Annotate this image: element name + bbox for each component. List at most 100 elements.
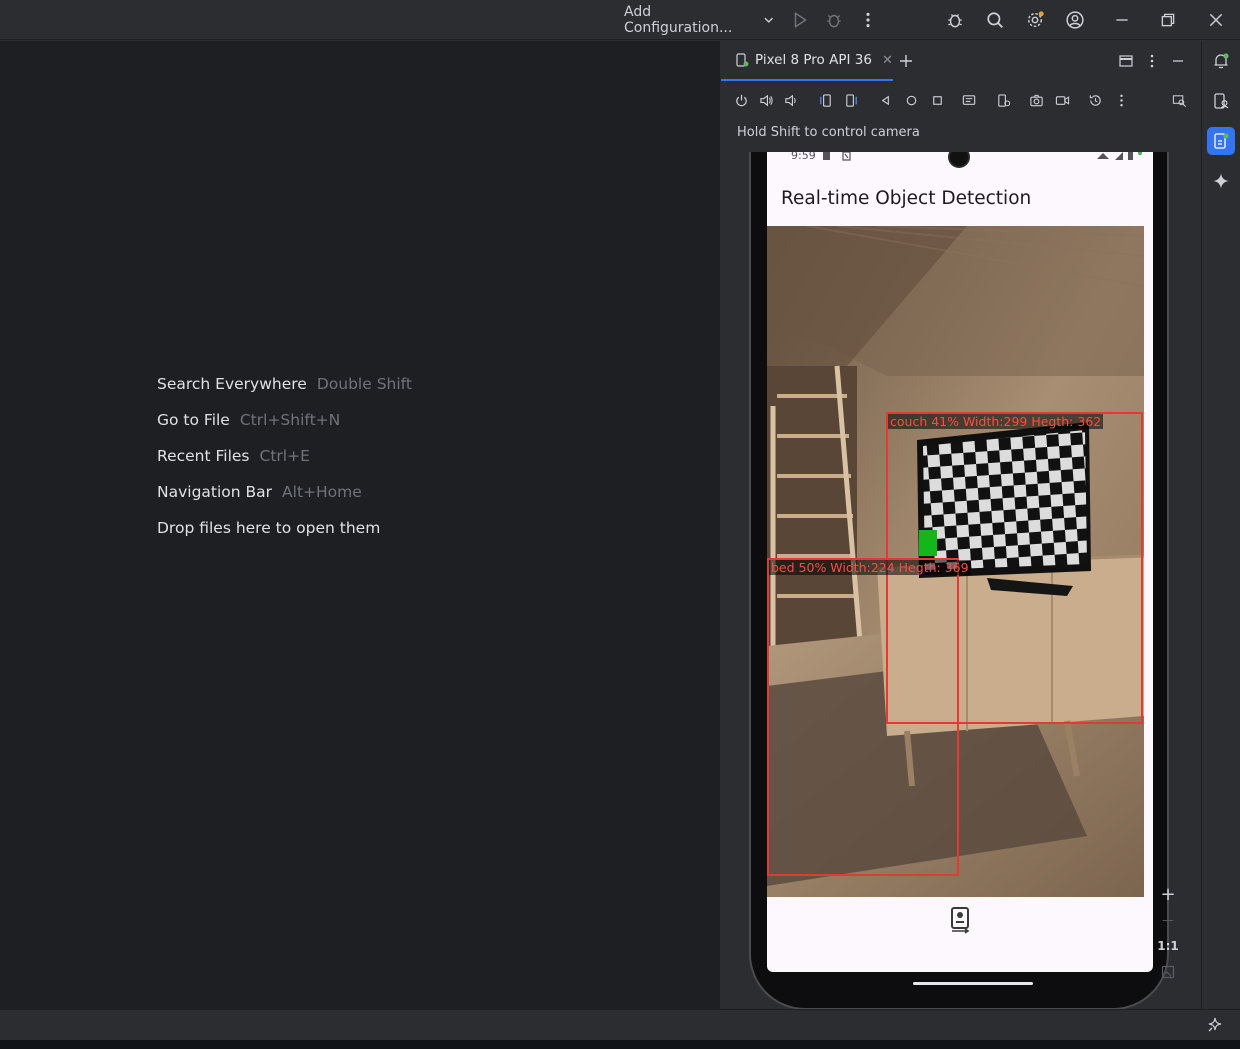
gesture-home-bar[interactable] — [913, 982, 1033, 985]
hint-action: Drop files here to open them — [157, 519, 381, 537]
close-window-button[interactable] — [1200, 0, 1232, 40]
run-button[interactable] — [784, 0, 816, 40]
fit-screen-button[interactable] — [1155, 959, 1181, 985]
more-actions-button[interactable] — [852, 0, 884, 40]
status-time: 9:59 — [791, 152, 816, 162]
keyboard-icon — [962, 94, 975, 105]
account-icon — [1066, 11, 1084, 29]
app-quality-button[interactable] — [939, 0, 971, 40]
more-icon — [1119, 94, 1123, 106]
video-camera-icon — [1055, 95, 1069, 105]
rotate-left-icon — [819, 93, 831, 107]
panel-options-button[interactable] — [1140, 49, 1164, 73]
add-device-button[interactable] — [894, 49, 918, 73]
bug-icon — [948, 14, 962, 28]
rotate-left-button[interactable] — [814, 89, 836, 111]
zoom-out-button[interactable]: — — [1155, 907, 1181, 933]
hint-recent-files[interactable]: Recent Files Ctrl+E — [157, 447, 310, 465]
switch-camera-icon[interactable] — [949, 906, 971, 934]
device-more-button[interactable] — [1110, 89, 1132, 111]
zoom-out-label: — — [1162, 913, 1174, 927]
run-configuration-label: Add Configuration... — [624, 4, 733, 36]
account-button[interactable] — [1059, 0, 1091, 40]
zoom-controls: + — 1:1 — [1155, 881, 1181, 991]
more-icon — [866, 12, 870, 28]
assistant-status-button[interactable] — [1206, 1016, 1226, 1036]
mirror-input-button[interactable] — [958, 89, 980, 111]
minimize-window-button[interactable] — [1106, 0, 1138, 40]
device-tab-bar: Pixel 8 Pro API 36 ✕ — [720, 41, 1202, 81]
hint-search-everywhere[interactable]: Search Everywhere Double Shift — [157, 375, 412, 393]
device-tab-label: Pixel 8 Pro API 36 — [755, 52, 872, 68]
run-icon — [794, 11, 807, 29]
hint-go-to-file[interactable]: Go to File Ctrl+Shift+N — [157, 411, 340, 429]
back-icon — [881, 95, 889, 105]
battery-signal-icons — [1097, 152, 1142, 160]
running-devices-icon — [1214, 133, 1229, 149]
actual-size-label: 1:1 — [1157, 939, 1179, 953]
app-inspection-button[interactable] — [992, 89, 1014, 111]
screen-record-button[interactable] — [1051, 89, 1073, 111]
overview-button[interactable] — [926, 89, 948, 111]
settings-button[interactable] — [1019, 0, 1051, 40]
detection-label: bed 50% Width:224 Hegth: 369 — [769, 560, 971, 575]
screenshot-button[interactable] — [1025, 89, 1047, 111]
hint-navigation-bar[interactable]: Navigation Bar Alt+Home — [157, 483, 362, 501]
device-manager-icon — [1214, 93, 1229, 109]
hint-action: Search Everywhere — [157, 375, 307, 393]
settings-icon — [1027, 11, 1044, 28]
run-configuration-dropdown[interactable]: Add Configuration... — [624, 0, 774, 40]
search-icon — [987, 12, 1003, 28]
status-bar — [0, 1009, 1240, 1040]
power-button[interactable] — [730, 89, 752, 111]
hide-panel-button[interactable] — [1166, 49, 1190, 73]
device-icon — [736, 53, 749, 67]
search-everywhere-button[interactable] — [979, 0, 1011, 40]
gemini-button[interactable] — [1207, 167, 1235, 195]
device-settings-icon — [997, 93, 1010, 107]
zoom-in-label: + — [1160, 883, 1176, 905]
notification-icons — [823, 152, 851, 161]
back-button[interactable] — [874, 89, 896, 111]
power-icon — [735, 94, 747, 106]
camera-preview: couch 41% Width:299 Hegth: 362 bed 50% W… — [767, 226, 1144, 897]
app-title: Real-time Object Detection — [781, 188, 1032, 209]
device-manager-button[interactable] — [1207, 87, 1235, 115]
home-icon — [906, 95, 916, 105]
window-layout-icon — [1119, 55, 1133, 67]
device-screen[interactable]: 9:59 Real-time Object Detection couch 41… — [767, 152, 1153, 972]
sparkle-icon — [1213, 173, 1229, 189]
bell-icon — [1214, 53, 1229, 69]
restore-window-button[interactable] — [1152, 0, 1184, 40]
layout-button[interactable] — [1114, 49, 1138, 73]
running-devices-panel: Pixel 8 Pro API 36 ✕ Hold Shift to contr… — [719, 41, 1202, 1010]
fit-screen-icon — [1161, 965, 1175, 979]
close-tab-icon[interactable]: ✕ — [882, 53, 893, 68]
running-devices-button[interactable] — [1207, 127, 1235, 155]
home-button[interactable] — [900, 89, 922, 111]
hint-action: Navigation Bar — [157, 483, 273, 501]
notifications-button[interactable] — [1207, 47, 1235, 75]
camera-hint-text: Hold Shift to control camera — [737, 125, 920, 140]
device-frame: 9:59 Real-time Object Detection couch 41… — [749, 152, 1169, 1010]
plus-icon — [900, 55, 912, 67]
editor-empty-area[interactable]: Search Everywhere Double Shift Go to File… — [0, 41, 719, 1009]
volume-down-button[interactable] — [780, 89, 802, 111]
detection-label: couch 41% Width:299 Hegth: 362 — [888, 414, 1104, 429]
device-explorer-button[interactable] — [1168, 89, 1190, 111]
volume-up-button[interactable] — [755, 89, 777, 111]
minimize-icon — [1173, 60, 1183, 62]
device-tab[interactable]: Pixel 8 Pro API 36 ✕ — [721, 41, 893, 81]
snapshot-button[interactable] — [1084, 89, 1106, 111]
detection-box-bed: bed 50% Width:224 Hegth: 369 — [767, 558, 971, 876]
rotate-right-button[interactable] — [840, 89, 862, 111]
hint-shortcut: Ctrl+E — [259, 447, 310, 465]
device-toolbar — [720, 85, 1202, 115]
history-icon — [1089, 94, 1101, 106]
debug-icon — [827, 14, 841, 28]
zoom-in-button[interactable]: + — [1155, 881, 1181, 907]
hint-action: Go to File — [157, 411, 230, 429]
actual-size-button[interactable]: 1:1 — [1155, 933, 1181, 959]
right-tool-strip — [1201, 41, 1240, 1009]
debug-button[interactable] — [818, 0, 850, 40]
